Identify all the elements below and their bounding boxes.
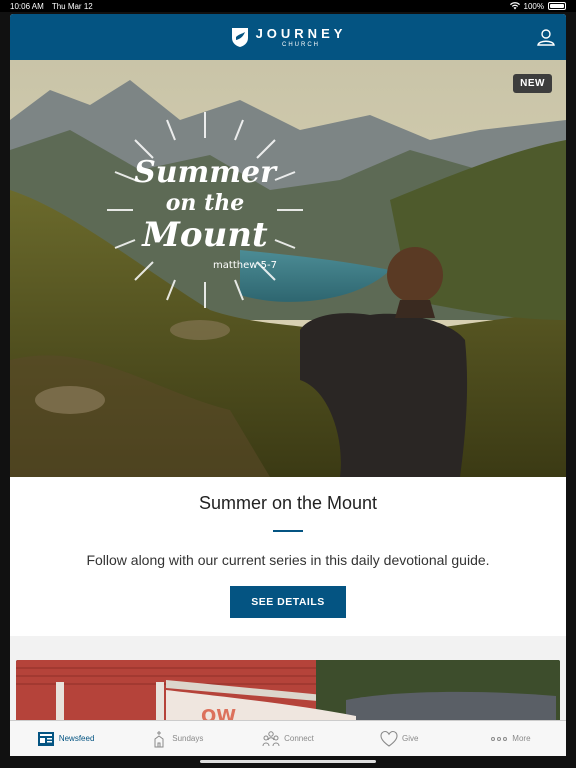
- new-badge: NEW: [513, 74, 552, 93]
- home-indicator[interactable]: [200, 760, 376, 763]
- status-time: 10:06 AM: [10, 1, 44, 11]
- journey-church-logo: JOURNEY CHURCH: [230, 26, 347, 48]
- tab-label-connect: Connect: [284, 734, 314, 743]
- status-date: Thu Mar 12: [51, 1, 93, 11]
- featured-card[interactable]: Summer on the Mount matthew 5-7 NEW Summ…: [10, 60, 566, 636]
- battery-icon: [548, 2, 566, 10]
- tab-label-give: Give: [401, 734, 419, 743]
- art-scripture-ref: matthew 5-7: [213, 260, 277, 271]
- heart-icon: [380, 730, 398, 747]
- tab-more[interactable]: More: [455, 721, 566, 756]
- journey-logo-icon: [231, 28, 248, 47]
- tab-label-more: More: [512, 734, 531, 743]
- tab-label-sundays: Sundays: [172, 734, 204, 743]
- navbar: JOURNEY CHURCH: [10, 14, 566, 60]
- tab-give[interactable]: Give: [344, 721, 455, 756]
- newsfeed-icon: [37, 731, 54, 746]
- featured-hero-image[interactable]: Summer on the Mount matthew 5-7 NEW: [10, 60, 566, 477]
- logo-title: JOURNEY: [255, 25, 347, 41]
- tab-newsfeed[interactable]: Newsfeed: [10, 721, 121, 756]
- church-icon: [154, 730, 164, 747]
- people-icon: [262, 730, 280, 746]
- see-details-button[interactable]: SEE DETAILS: [230, 586, 346, 618]
- art-title-line2: on the: [166, 190, 244, 216]
- featured-title: Summer on the Mount: [198, 493, 378, 513]
- more-dots-icon: [491, 736, 508, 741]
- wifi-icon: [509, 2, 520, 10]
- app-window: JOURNEY CHURCH Summer on the Mount matth…: [10, 14, 566, 756]
- profile-icon[interactable]: [536, 27, 556, 47]
- tab-connect[interactable]: Connect: [232, 721, 343, 756]
- screen: 10:06 AM Thu Mar 12 100% JOURNEY CHURCH: [0, 0, 576, 768]
- tab-sundays[interactable]: Sundays: [121, 721, 232, 756]
- featured-description: Follow along with our current series in …: [86, 552, 490, 568]
- art-title-line3: Mount: [141, 215, 268, 255]
- logo-subtitle: CHURCH: [281, 41, 320, 48]
- series-artwork: Summer on the Mount matthew 5-7: [107, 112, 303, 308]
- tab-label-newsfeed: Newsfeed: [58, 734, 95, 743]
- featured-card-body: Summer on the Mount Follow along with ou…: [10, 477, 566, 618]
- art-title-line1: Summer: [134, 155, 278, 190]
- tab-bar: Newsfeed Sundays Connect Give More: [10, 720, 566, 756]
- battery-percent: 100%: [523, 1, 544, 11]
- title-divider: [273, 530, 303, 532]
- status-bar: 10:06 AM Thu Mar 12 100%: [0, 0, 576, 12]
